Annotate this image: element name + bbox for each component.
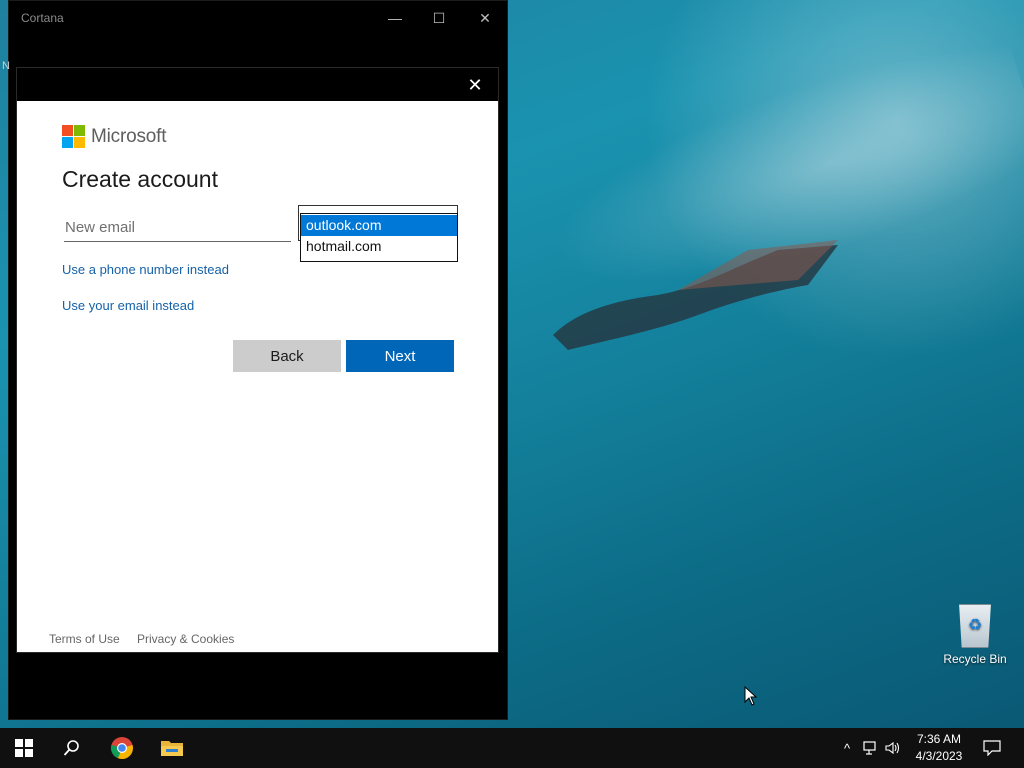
chrome-icon [111, 737, 133, 760]
mouse-cursor-icon [744, 686, 758, 706]
edge-letter: N [2, 60, 10, 72]
recycle-bin-label: Recycle Bin [943, 652, 1007, 666]
wallpaper-diver [553, 240, 838, 350]
domain-option-outlook[interactable]: outlook.com [301, 215, 457, 236]
volume-button[interactable] [884, 740, 902, 756]
network-button[interactable] [862, 740, 880, 756]
notification-icon [983, 740, 1001, 756]
dialog-titlebar: ✕ [17, 68, 498, 101]
maximize-icon: ☐ [432, 9, 446, 26]
taskbar: ^ 7:36 AM 4/3/2023 [0, 728, 1024, 768]
clock-time: 7:36 AM [916, 732, 962, 746]
privacy-cookies-link[interactable]: Privacy & Cookies [137, 632, 234, 646]
microsoft-brand: Microsoft [62, 125, 166, 148]
action-center-button[interactable] [982, 740, 1002, 756]
close-window-button[interactable]: ✕ [471, 7, 499, 29]
microsoft-logo-icon [62, 125, 85, 148]
next-button[interactable]: Next [346, 340, 454, 372]
domain-dropdown-list: outlook.com hotmail.com [300, 213, 458, 262]
file-explorer-button[interactable] [148, 728, 196, 768]
chrome-taskbar-button[interactable] [98, 728, 146, 768]
recycle-bin[interactable]: ♻ Recycle Bin [940, 600, 1010, 666]
network-icon [863, 741, 876, 755]
use-email-link[interactable]: Use your email instead [62, 298, 194, 313]
close-icon: ✕ [467, 74, 483, 95]
recycle-bin-icon: ♻ [959, 604, 991, 648]
window-title: Cortana [21, 11, 64, 25]
folder-icon [161, 741, 183, 756]
minimize-button[interactable]: — [381, 7, 409, 29]
page-title: Create account [62, 166, 218, 192]
back-button[interactable]: Back [233, 340, 341, 372]
speaker-icon [885, 741, 900, 755]
clock-date: 4/3/2023 [915, 749, 963, 763]
maximize-button[interactable]: ☐ [425, 7, 453, 29]
use-phone-link[interactable]: Use a phone number instead [62, 262, 229, 277]
minimize-icon: — [388, 10, 402, 26]
dialog-close-button[interactable]: ✕ [464, 74, 486, 96]
brand-name: Microsoft [91, 125, 167, 147]
new-email-input[interactable] [64, 213, 291, 242]
terms-of-use-link[interactable]: Terms of Use [49, 632, 120, 646]
create-account-dialog: ✕ Microsoft Create account Use a phone n… [17, 68, 498, 652]
chevron-up-icon: ^ [843, 740, 851, 756]
search-button[interactable] [48, 728, 96, 768]
clock[interactable]: 7:36 AM 4/3/2023 [908, 731, 970, 765]
windows-icon [15, 739, 33, 757]
search-icon [63, 740, 79, 756]
start-button[interactable] [0, 728, 48, 768]
close-icon: ✕ [479, 9, 491, 26]
show-hidden-icons-button[interactable]: ^ [838, 740, 856, 756]
domain-option-hotmail[interactable]: hotmail.com [301, 236, 457, 257]
